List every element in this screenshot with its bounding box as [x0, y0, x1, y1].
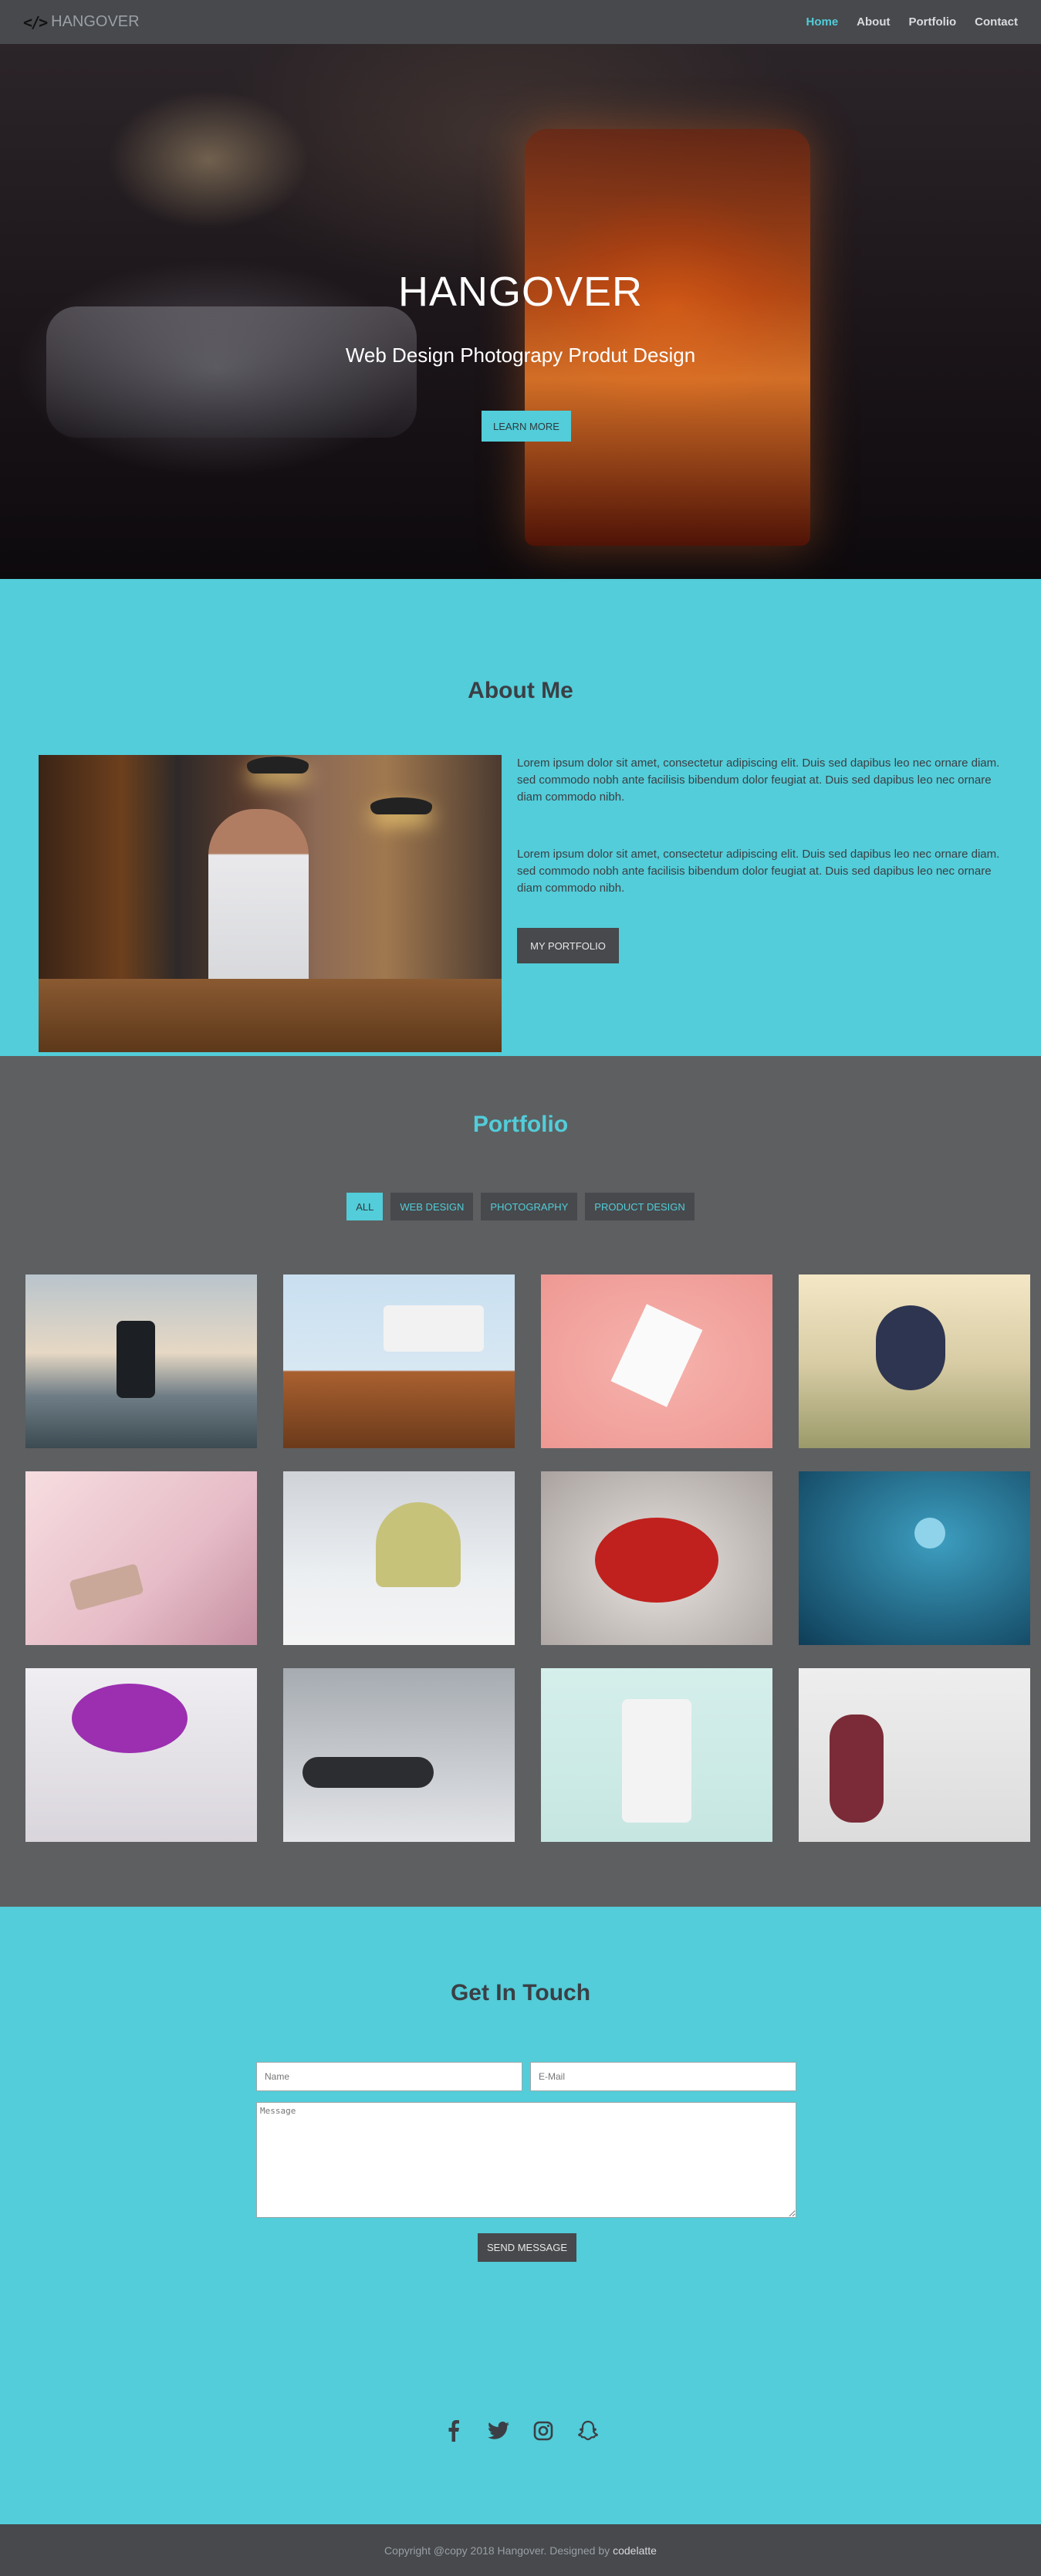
about-paragraph: Lorem ipsum dolor sit amet, consectetur … [517, 757, 1000, 804]
nav-link-contact[interactable]: Contact [975, 15, 1018, 29]
code-icon: </> [23, 12, 48, 32]
about-text: Lorem ipsum dolor sit amet, consectetur … [517, 755, 1003, 937]
nav-link-portfolio[interactable]: Portfolio [909, 15, 957, 29]
portfolio-item-laptop-desk[interactable] [283, 1274, 515, 1448]
copyright-text: Copyright @copy 2018 Hangover. Designed … [384, 2544, 610, 2557]
lamp-shape [247, 757, 309, 773]
facebook-icon[interactable] [443, 2420, 465, 2442]
top-navbar: </> HANGOVER Home About Portfolio Contac… [0, 0, 1041, 44]
about-paragraph: Lorem ipsum dolor sit amet, consectetur … [517, 848, 1000, 895]
nav-link-home[interactable]: Home [806, 15, 838, 29]
contact-section: Get In Touch SEND MESSAGE [0, 1907, 1041, 2524]
filter-product-design[interactable]: PRODUCT DESIGN [585, 1193, 695, 1220]
nav-link-about[interactable]: About [857, 15, 890, 29]
snapchat-icon[interactable] [577, 2420, 599, 2442]
about-title: About Me [468, 678, 573, 703]
bar-counter [39, 979, 502, 1052]
portfolio-filters: ALL WEB DESIGN PHOTOGRAPHY PRODUCT DESIG… [0, 1193, 1041, 1220]
footer: Copyright @copy 2018 Hangover. Designed … [0, 2524, 1041, 2576]
portfolio-title: Portfolio [472, 1112, 569, 1137]
portfolio-section: Portfolio ALL WEB DESIGN PHOTOGRAPHY PRO… [0, 1056, 1041, 1907]
portfolio-item-coffee-cup[interactable] [541, 1668, 772, 1842]
hero-section: HANGOVER Web Design Photograpy Produt De… [0, 44, 1041, 579]
designer-link[interactable]: codelatte [613, 2544, 657, 2557]
filter-photography[interactable]: PHOTOGRAPHY [481, 1193, 578, 1220]
filter-web-design[interactable]: WEB DESIGN [390, 1193, 474, 1220]
portfolio-item-glassware[interactable] [799, 1668, 1030, 1842]
portfolio-item-seashell[interactable] [283, 1471, 515, 1645]
portfolio-item-phone-photo[interactable] [25, 1274, 257, 1448]
about-section: About Me Lorem ipsum dolor sit amet, con… [0, 579, 1041, 1056]
flower-shape [72, 1684, 188, 1753]
bartender-photo [39, 755, 502, 1052]
laptop-shape [384, 1305, 484, 1352]
phone-shape [117, 1321, 155, 1398]
bartender-figure [208, 809, 309, 987]
send-message-button[interactable]: SEND MESSAGE [478, 2233, 576, 2262]
learn-more-button[interactable]: LEARN MORE [482, 411, 571, 442]
nav-links: Home About Portfolio Contact [806, 15, 1018, 29]
glass-shape [830, 1715, 884, 1823]
portfolio-item-newtons-cradle[interactable] [283, 1668, 515, 1842]
twitter-icon[interactable] [487, 2420, 509, 2442]
email-input[interactable] [530, 2062, 796, 2091]
brand-name: HANGOVER [51, 13, 140, 30]
drop-shape [914, 1518, 945, 1549]
my-portfolio-button[interactable]: MY PORTFOLIO [517, 928, 619, 963]
phone-shape [69, 1563, 144, 1611]
lamp-shape [370, 797, 432, 814]
shell-shape [376, 1502, 461, 1587]
portfolio-item-ladybug[interactable] [541, 1471, 772, 1645]
portfolio-item-flowers-jar[interactable] [25, 1668, 257, 1842]
hero-subtitle: Web Design Photograpy Produt Design [345, 344, 696, 367]
social-links [0, 2420, 1041, 2442]
contact-title: Get In Touch [450, 1980, 591, 2006]
hero-title: HANGOVER [397, 269, 644, 315]
portfolio-grid [25, 1274, 1030, 1842]
card-shape [610, 1304, 703, 1407]
cup-shape [622, 1699, 691, 1823]
portfolio-item-smartphone-desk[interactable] [25, 1471, 257, 1645]
filter-all[interactable]: ALL [346, 1193, 384, 1220]
woman-shape [876, 1305, 945, 1390]
balls-shape [302, 1757, 434, 1788]
brand-logo[interactable]: </> HANGOVER [23, 13, 140, 32]
portfolio-item-business-cards[interactable] [541, 1274, 772, 1448]
ladybug-shape [595, 1518, 718, 1603]
name-input[interactable] [256, 2062, 522, 2091]
portfolio-item-woman-sunglasses[interactable] [799, 1274, 1030, 1448]
portfolio-item-water-drops[interactable] [799, 1471, 1030, 1645]
instagram-icon[interactable] [532, 2420, 554, 2442]
message-textarea[interactable] [256, 2102, 796, 2218]
